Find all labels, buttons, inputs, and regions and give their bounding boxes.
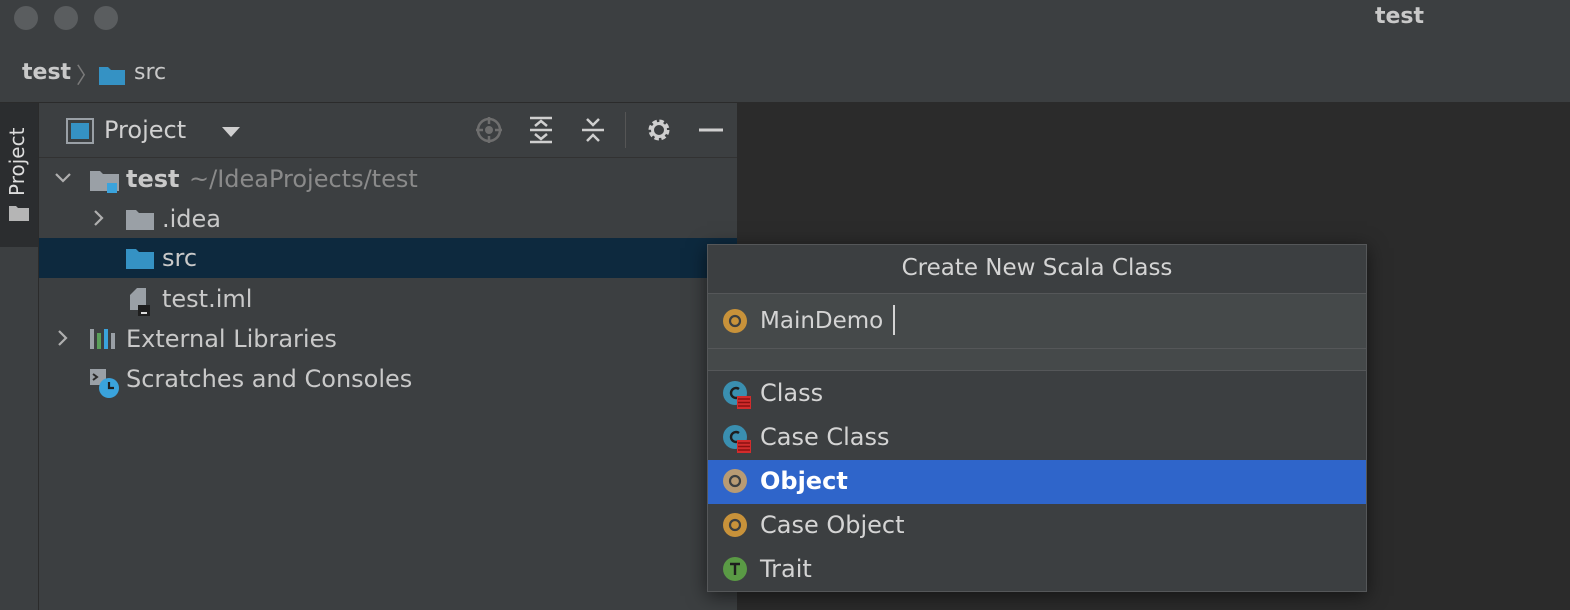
kind-option-label: Object — [760, 467, 848, 495]
scala-case-class-icon — [722, 424, 752, 458]
tree-row-src[interactable]: src — [39, 238, 737, 278]
dialog-title: Create New Scala Class — [708, 245, 1366, 294]
chevron-down-icon[interactable] — [54, 169, 72, 187]
source-folder-icon — [125, 246, 155, 276]
name-row — [708, 294, 1366, 349]
title-bar: test — [0, 0, 1570, 36]
tree-label: src — [162, 244, 198, 272]
collapse-all-icon[interactable] — [578, 115, 608, 145]
tree-row-iml[interactable]: test.iml — [39, 279, 737, 319]
scala-case-object-icon — [722, 512, 748, 542]
close-window-button[interactable] — [14, 6, 38, 30]
chevron-down-icon[interactable] — [222, 127, 240, 137]
project-tool-tab-label: Project — [5, 127, 29, 196]
project-view-icon — [66, 118, 94, 148]
tree-row-idea[interactable]: .idea — [39, 199, 737, 239]
folder-icon — [98, 64, 126, 90]
scratches-icon — [89, 367, 121, 403]
locate-icon[interactable] — [474, 115, 504, 145]
kind-option-trait[interactable]: Trait — [708, 548, 1366, 592]
text-cursor — [893, 305, 895, 335]
kind-option-case-object[interactable]: Case Object — [708, 504, 1366, 548]
tree-label: Scratches and Consoles — [126, 365, 413, 393]
kind-option-label: Class — [760, 379, 824, 407]
breadcrumb-separator: 〉 — [76, 64, 99, 89]
gear-icon[interactable] — [644, 115, 674, 145]
kind-option-case-class[interactable]: Case Class — [708, 416, 1366, 460]
tree-path-hint: ~/IdeaProjects/test — [189, 165, 418, 193]
kind-option-object[interactable]: Object — [708, 460, 1366, 504]
scala-object-icon — [722, 468, 748, 498]
folder-icon — [125, 207, 155, 237]
module-folder-icon — [89, 167, 121, 199]
create-scala-class-dialog: Create New Scala Class Class Case Class … — [707, 244, 1367, 592]
breadcrumb-src[interactable]: src — [134, 60, 166, 85]
scala-object-icon — [722, 308, 748, 338]
toolbar-separator — [625, 112, 626, 148]
kind-option-label: Case Class — [760, 423, 890, 451]
minimize-icon[interactable] — [696, 115, 726, 145]
folder-icon — [8, 204, 30, 226]
library-icon — [89, 327, 119, 355]
tree-label: test.iml — [162, 285, 253, 313]
zoom-window-button[interactable] — [94, 6, 118, 30]
chevron-right-icon[interactable] — [90, 209, 108, 227]
window-title: test — [1374, 4, 1424, 29]
dialog-divider — [708, 349, 1366, 371]
kind-option-label: Case Object — [760, 511, 905, 539]
project-view-selector[interactable]: Project — [104, 116, 186, 144]
tree-label: test — [126, 165, 180, 193]
tree-row-test[interactable]: test ~/IdeaProjects/test — [39, 159, 737, 199]
kind-option-label: Trait — [760, 555, 812, 583]
kind-option-class[interactable]: Class — [708, 372, 1366, 416]
expand-all-icon[interactable] — [526, 115, 556, 145]
chevron-right-icon[interactable] — [54, 329, 72, 347]
navigation-bar: test 〉 src — [0, 36, 1570, 103]
scala-trait-icon — [722, 556, 748, 586]
tree-label: External Libraries — [126, 325, 337, 353]
tree-row-scratches[interactable]: Scratches and Consoles — [39, 359, 737, 399]
scala-class-icon — [722, 380, 752, 414]
iml-file-icon — [128, 287, 152, 321]
tree-row-external-libraries[interactable]: External Libraries — [39, 319, 737, 359]
tree-label: .idea — [162, 205, 222, 233]
minimize-window-button[interactable] — [54, 6, 78, 30]
class-name-input[interactable] — [760, 304, 1350, 338]
breadcrumb-root[interactable]: test — [22, 60, 71, 85]
